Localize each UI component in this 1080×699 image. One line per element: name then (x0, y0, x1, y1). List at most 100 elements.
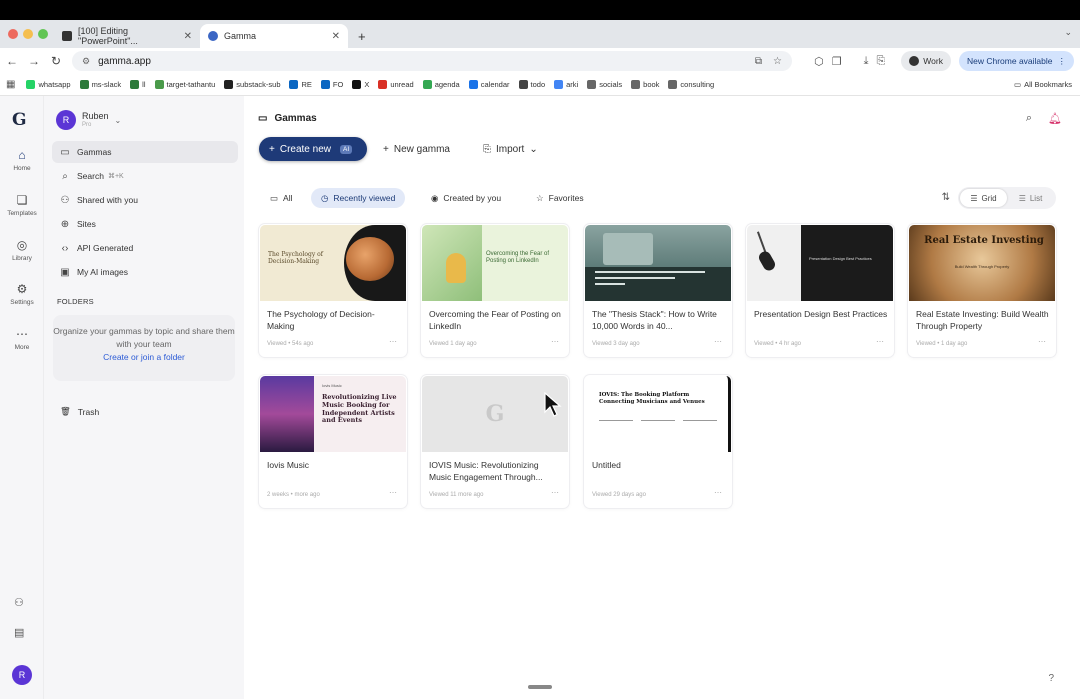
rail-library[interactable]: ◎ Library (0, 238, 44, 262)
filter-recently-viewed[interactable]: ◷ Recently viewed (311, 188, 406, 208)
bookmark-item[interactable]: calendar (468, 80, 510, 89)
create-new-button[interactable]: + Create new AI (259, 137, 367, 161)
gamma-logo[interactable]: G (12, 110, 27, 130)
help-icon[interactable]: ? (1048, 673, 1054, 684)
site-info-icon[interactable]: ⚙ (82, 56, 90, 67)
bookmark-item[interactable]: RE (289, 80, 312, 89)
invite-user-icon[interactable]: ⚇ (14, 596, 24, 609)
gamma-card[interactable]: The Psychology of Decision-Making The Ps… (259, 224, 407, 357)
bookmark-label: whatsapp (38, 80, 71, 89)
bookmark-item[interactable]: unread (378, 80, 414, 89)
bookmark-item[interactable]: ll (130, 80, 146, 89)
card-menu-icon[interactable]: ⋯ (389, 337, 397, 346)
gamma-card[interactable]: The "Thesis Stack": How to Write 10,000 … (584, 224, 732, 357)
browser-tab-powerpoint[interactable]: [100] Editing "PowerPoint"... ✕ (54, 24, 200, 48)
nav-label: My AI images (77, 267, 129, 277)
rail-settings[interactable]: ⚙ Settings (0, 282, 44, 306)
create-folder-link[interactable]: Create or join a folder (53, 351, 235, 364)
address-bar[interactable]: ⚙ gamma.app ⧉ ☆ (72, 51, 792, 71)
bookmark-label: book (643, 80, 660, 89)
browser-tab-gamma[interactable]: Gamma ✕ (200, 24, 348, 48)
rail-more[interactable]: ⋯ More (0, 327, 44, 351)
grid-view-button[interactable]: ☰ Grid (960, 189, 1007, 207)
bookmark-item[interactable]: substack-sub (224, 80, 280, 89)
filter-favorites[interactable]: ☆ Favorites (526, 188, 594, 208)
translate-icon[interactable]: ⎘ (876, 55, 885, 68)
search-icon[interactable]: ⌕ (1026, 112, 1032, 125)
card-title: Overcoming the Fear of Posting on Linked… (429, 309, 561, 331)
nav-shared[interactable]: ⚇ Shared with you (52, 189, 238, 211)
nav-api-generated[interactable]: ‹› API Generated (52, 237, 238, 259)
close-tab-icon[interactable]: ✕ (184, 31, 192, 42)
filter-all[interactable]: ▭ All (260, 188, 302, 208)
bookmark-item[interactable]: socials (587, 80, 622, 89)
back-icon[interactable]: ← (1, 54, 23, 68)
bookmark-item[interactable]: target-tathantu (154, 80, 215, 89)
card-menu-icon[interactable]: ⋯ (551, 488, 559, 497)
bookmark-star-icon[interactable]: ☆ (773, 56, 782, 67)
scroll-handle[interactable] (528, 685, 552, 689)
filter-created-by-you[interactable]: ◉ Created by you (421, 188, 511, 208)
bookmark-item[interactable]: book (631, 80, 659, 89)
card-meta: 2 weeks • more ago (267, 492, 320, 498)
import-icon: ⎘ (483, 143, 491, 155)
all-bookmarks-button[interactable]: ▭ All Bookmarks (1014, 80, 1072, 89)
bookmark-favicon-icon (554, 80, 564, 89)
gamma-card[interactable]: Real Estate Investing Build Wealth Throu… (908, 224, 1056, 357)
new-tab-button[interactable]: + (350, 24, 370, 48)
bookmark-item[interactable]: ms-slack (79, 80, 121, 89)
card-menu-icon[interactable]: ⋯ (551, 337, 559, 346)
rail-templates[interactable]: ❏ Templates (0, 193, 44, 217)
bookmark-favicon-icon (79, 80, 89, 89)
rail-home[interactable]: ⌂ Home (0, 148, 44, 172)
card-menu-icon[interactable]: ⋯ (389, 488, 397, 497)
gamma-card[interactable]: IOVIS: The Booking Platform Connecting M… (584, 375, 732, 508)
bookmark-item[interactable]: whatsapp (26, 80, 71, 89)
reload-icon[interactable]: ↻ (45, 54, 67, 68)
list-view-button[interactable]: ☰ List (1007, 189, 1054, 207)
feedback-icon[interactable]: ▤ (14, 626, 24, 639)
bookmark-favicon-icon (378, 80, 388, 89)
gamma-card[interactable]: Iovis Music Revolutionizing Live Music B… (259, 375, 407, 508)
workspace-switcher[interactable]: R Ruben Pro ⌄ (56, 110, 121, 130)
maximize-window-button[interactable] (38, 29, 48, 39)
bookmark-item[interactable]: consulting (668, 80, 714, 89)
gamma-card[interactable]: Overcoming the Fear of Posting on Linked… (421, 224, 569, 357)
bookmark-item[interactable]: FO (320, 80, 343, 89)
bookmark-item[interactable]: arki (554, 80, 578, 89)
bookmark-label: calendar (480, 80, 510, 89)
close-tab-icon[interactable]: ✕ (332, 31, 340, 42)
bookmark-item[interactable]: X (352, 80, 369, 89)
close-window-button[interactable] (8, 29, 18, 39)
card-menu-icon[interactable]: ⋯ (1038, 337, 1046, 346)
gamma-card[interactable]: Presentation Design Best Practices Prese… (746, 224, 894, 357)
clipboard-icon[interactable]: ❐ (832, 55, 842, 68)
profile-button[interactable]: Work (901, 51, 951, 71)
nav-search[interactable]: ⌕ Search ⌘+K (52, 165, 238, 187)
cast-icon[interactable]: ⧉ (755, 56, 762, 67)
notifications-bell-icon[interactable]: 🔔︎ (1048, 112, 1062, 125)
forward-icon[interactable]: → (23, 54, 45, 68)
update-chrome-button[interactable]: New Chrome available ⋮ (958, 51, 1074, 71)
nav-gammas[interactable]: ▭ Gammas (52, 141, 238, 163)
create-new-label: Create new (279, 143, 331, 155)
nav-ai-images[interactable]: ▣ My AI images (52, 261, 238, 283)
grid-icon: ☰ (970, 193, 978, 203)
minimize-window-button[interactable] (23, 29, 33, 39)
new-gamma-button[interactable]: + New gamma (383, 137, 450, 161)
sort-icon[interactable]: ⇅ (942, 192, 950, 203)
import-button[interactable]: ⎘ Import ⌄ (483, 137, 538, 161)
tab-list-chevron-icon[interactable]: ⌄ (1064, 27, 1072, 38)
card-menu-icon[interactable]: ⋯ (876, 337, 884, 346)
apps-grid-icon[interactable]: ▦ (6, 79, 15, 90)
bookmark-item[interactable]: agenda (422, 80, 460, 89)
extension-icon[interactable]: ⬡ (814, 55, 824, 68)
all-bookmarks-label: All Bookmarks (1024, 80, 1072, 89)
nav-trash[interactable]: 🗑 Trash (60, 406, 99, 417)
download-icon[interactable]: ⤓ (864, 55, 869, 68)
card-menu-icon[interactable]: ⋯ (714, 488, 722, 497)
nav-sites[interactable]: ⊕ Sites (52, 213, 238, 235)
card-menu-icon[interactable]: ⋯ (714, 337, 722, 346)
bookmark-item[interactable]: todo (518, 80, 545, 89)
rail-avatar[interactable]: R (12, 665, 32, 685)
